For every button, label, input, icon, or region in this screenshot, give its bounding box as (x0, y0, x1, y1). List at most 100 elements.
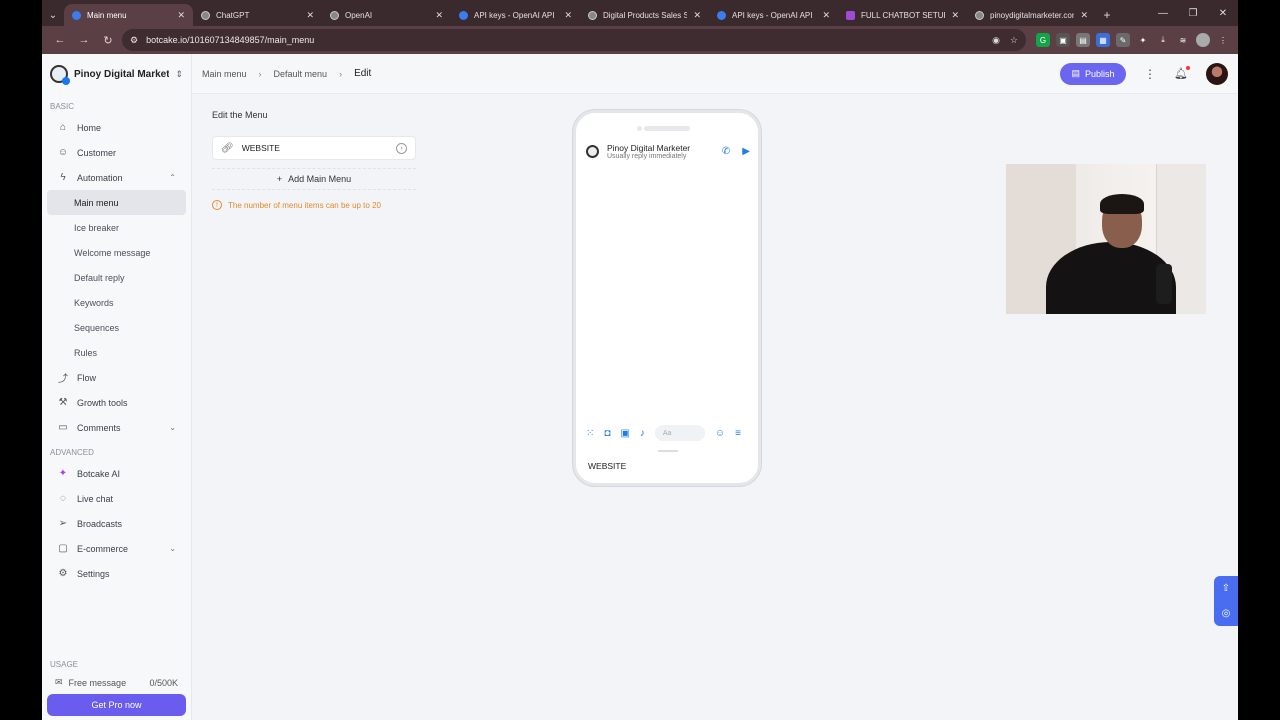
media-icon[interactable]: ≋ (1176, 33, 1190, 47)
sidebar-item-flow[interactable]: ⤴ Flow (47, 365, 186, 390)
sidebar-item-default-reply[interactable]: Default reply (47, 265, 186, 290)
menu-item-label: WEBSITE (241, 143, 280, 153)
page-switcher[interactable]: Pinoy Digital Market... ⇕ (42, 54, 191, 94)
tab-openai[interactable]: OpenAI ✕ (322, 4, 451, 26)
close-icon[interactable]: ✕ (822, 10, 830, 21)
support-chat-icon[interactable]: ◎ (1222, 608, 1231, 619)
tab-main-menu[interactable]: Main menu ✕ (64, 4, 193, 26)
microphone (1156, 264, 1172, 304)
usage-row: ✉ Free message 0/500K (47, 673, 186, 694)
tab-search-icon[interactable]: ⌄ (42, 4, 64, 26)
sidebar-item-ice-breaker[interactable]: Ice breaker (47, 215, 186, 240)
breadcrumb-edit: Edit (354, 68, 372, 79)
tab-api-keys-2[interactable]: API keys - OpenAI API ✕ (709, 4, 838, 26)
restore-icon[interactable]: ❐ (1178, 0, 1208, 26)
menu-item-card[interactable]: 🔗︎ WEBSITE › (212, 136, 416, 160)
puzzle-icon[interactable]: ✦ (1136, 33, 1150, 47)
sidebar-item-ecommerce[interactable]: ▢ E-commerce ⌄ (47, 536, 186, 561)
add-main-menu-button[interactable]: + Add Main Menu (212, 168, 416, 190)
kebab-menu-icon[interactable]: ⋮ (1216, 33, 1230, 47)
sidebar-item-broadcasts[interactable]: ➢ Broadcasts (47, 511, 186, 536)
close-icon[interactable]: ✕ (177, 10, 185, 21)
grammarly-icon[interactable]: G (1036, 33, 1050, 47)
url-field[interactable]: ⚙ botcake.io/101607134849857/main_menu ◉… (122, 29, 1026, 51)
extension-icon[interactable]: ▦ (1096, 33, 1110, 47)
chat-composer: ⁙ ◘ ▣ ♪ Aa ☺ ≡ (586, 425, 750, 441)
url-text: botcake.io/101607134849857/main_menu (146, 35, 315, 45)
tab-chatbot-setup[interactable]: FULL CHATBOT SETUP CU ✕ (838, 4, 967, 26)
sidebar-item-growth-tools[interactable]: ⚒ Growth tools (47, 390, 186, 415)
sidebar-item-customer[interactable]: ☺ Customer (47, 140, 186, 165)
tab-chatgpt[interactable]: ChatGPT ✕ (193, 4, 322, 26)
botcake-favicon-icon (72, 10, 81, 20)
floating-tools: ⇧ ◎ (1214, 576, 1238, 626)
sidebar-item-label: Customer (77, 147, 117, 158)
reload-icon[interactable]: ↻ (98, 30, 118, 50)
back-icon[interactable]: ← (50, 30, 70, 50)
bell-icon[interactable]: 🔔︎ (1174, 66, 1190, 80)
sidebar-item-comments[interactable]: ▭ Comments ⌄ (47, 415, 186, 440)
avatar[interactable] (1206, 62, 1228, 85)
botcake-app: Pinoy Digital Market... ⇕ BASIC ⌂ Home ☺ C… (42, 54, 1238, 720)
site-info-icon[interactable]: ⚙ (130, 35, 138, 46)
tab-digital-products[interactable]: Digital Products Sales Se ✕ (580, 4, 709, 26)
close-window-icon[interactable]: ✕ (1208, 0, 1238, 26)
sidebar-item-main-menu[interactable]: Main menu (47, 190, 186, 215)
sidebar-item-label: Home (77, 122, 102, 133)
sidebar-item-settings[interactable]: ⚙ Settings (47, 561, 186, 586)
close-icon[interactable]: ✕ (435, 10, 443, 21)
sidebar-item-botcake-ai[interactable]: ✦ Botcake AI (47, 461, 186, 486)
page-name: Pinoy Digital Market... (74, 68, 170, 80)
chat-header: Pinoy Digital Marketer Usually reply imm… (586, 143, 750, 160)
sidebar-item-welcome-message[interactable]: Welcome message (47, 240, 186, 265)
new-tab-icon[interactable]: + (1096, 4, 1118, 26)
close-icon[interactable]: ✕ (693, 10, 701, 21)
more-icon[interactable]: ⋮ (1144, 67, 1156, 81)
sidebar-item-home[interactable]: ⌂ Home (47, 115, 186, 140)
tab-pinoydigitalmarketer[interactable]: pinoydigitalmarketer.con ✕ (967, 4, 1096, 26)
sparkle-icon: ✦ (58, 468, 68, 479)
publish-button[interactable]: ▤ Publish (1060, 62, 1127, 85)
sidebar-item-rules[interactable]: Rules (47, 340, 186, 365)
sidebar-item-live-chat[interactable]: ◌ Live chat (47, 486, 186, 511)
close-icon[interactable]: ✕ (951, 10, 959, 21)
profile-icon[interactable] (1196, 33, 1210, 47)
download-icon[interactable]: ⤓ (1156, 33, 1170, 47)
video-favicon-icon (846, 10, 855, 20)
tab-api-keys[interactable]: API keys - OpenAI API ✕ (451, 4, 580, 26)
get-pro-button[interactable]: Get Pro now (47, 694, 186, 716)
sidebar-item-automation[interactable]: ϟ Automation ⌃ (47, 165, 186, 190)
breadcrumb-main-menu[interactable]: Main menu (202, 69, 247, 79)
file-icon: ▤ (1071, 68, 1081, 78)
address-bar-row: ← → ↻ ⚙ botcake.io/101607134849857/main_… (42, 26, 1238, 54)
site-favicon-icon (588, 10, 597, 20)
sidebar-item-label: Settings (77, 568, 110, 579)
forward-icon[interactable]: → (74, 30, 94, 50)
drag-handle (658, 450, 678, 452)
section-usage: USAGE (50, 660, 79, 669)
rocket-icon[interactable]: ⇧ (1222, 583, 1230, 594)
minimize-icon[interactable]: — (1148, 0, 1178, 26)
sidebar-item-label: Growth tools (77, 397, 128, 408)
extension-icon[interactable]: ▣ (1056, 33, 1070, 47)
extension-icon[interactable]: ✎ (1116, 33, 1130, 47)
emoji-icon: ☺ (714, 427, 726, 439)
presenter-hair (1100, 194, 1144, 214)
sidebar-item-sequences[interactable]: Sequences (47, 315, 186, 340)
chat-page-name: Pinoy Digital Marketer (607, 143, 691, 153)
close-icon[interactable]: ✕ (1080, 10, 1088, 21)
extension-icon[interactable]: ▤ (1076, 33, 1090, 47)
sidebar-item-keywords[interactable]: Keywords (47, 290, 186, 315)
eye-off-icon[interactable]: ◉ (992, 35, 1000, 46)
switch-icon: ⇕ (175, 68, 183, 79)
close-icon[interactable]: ✕ (306, 10, 314, 21)
tab-title: Digital Products Sales Se (603, 10, 688, 20)
bookmark-star-icon[interactable]: ☆ (1010, 35, 1018, 46)
add-main-menu-label: Add Main Menu (288, 174, 352, 184)
publish-label: Publish (1085, 68, 1115, 79)
sidebar-item-label: Flow (77, 372, 97, 383)
arrow-right-circle-icon[interactable]: › (396, 142, 407, 154)
close-icon[interactable]: ✕ (564, 10, 572, 21)
extensions: G ▣ ▤ ▦ ✎ ✦ ⤓ ≋ ⋮ (1036, 33, 1230, 47)
breadcrumb-default-menu[interactable]: Default menu (274, 69, 328, 79)
